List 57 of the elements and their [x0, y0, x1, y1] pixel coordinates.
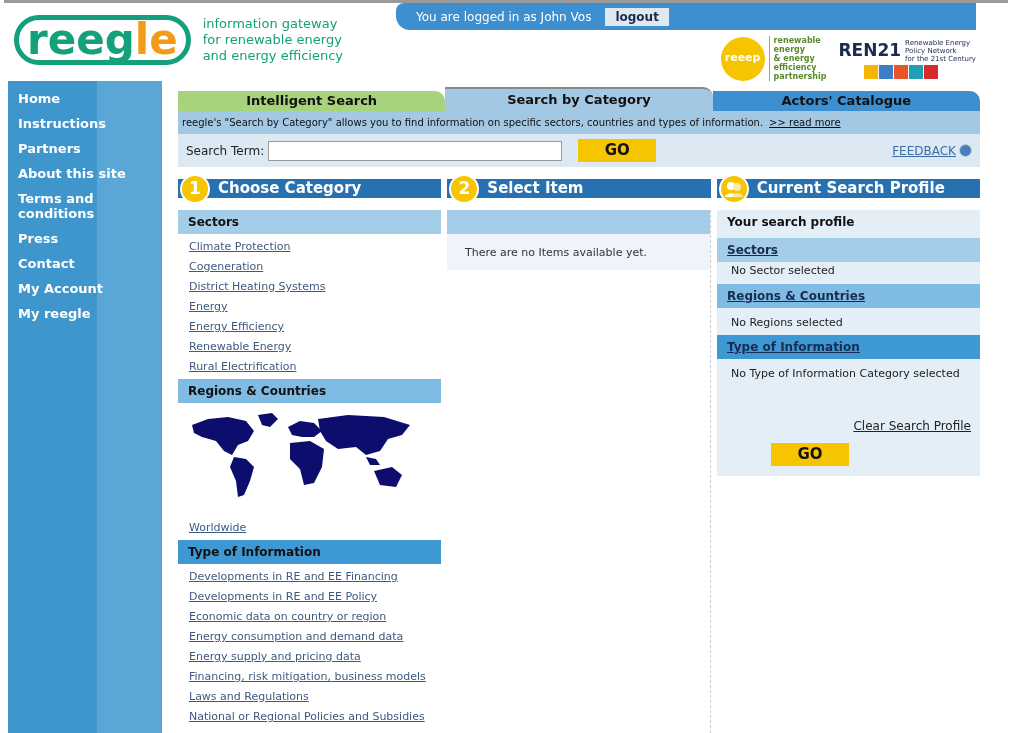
category-link[interactable]: Developments in RE and EE Financing	[189, 569, 441, 585]
step-number-badge: 1	[180, 173, 210, 204]
category-link[interactable]: Energy supply and pricing data	[189, 649, 441, 665]
category-link[interactable]: Energy Efficiency	[189, 319, 441, 335]
category-link[interactable]: Energy	[189, 299, 441, 315]
profile-value: No Sector selected	[730, 263, 836, 279]
read-more-link[interactable]: >> read more	[769, 115, 841, 130]
tab[interactable]: Search by Category	[445, 87, 713, 111]
category-header: Type of Information	[178, 540, 441, 564]
step-number-badge: 2	[449, 173, 480, 204]
tagline-text: information gateway	[202, 16, 339, 32]
category-link[interactable]: Energy consumption and demand data	[189, 629, 441, 645]
partner-caption: efficiency	[773, 63, 817, 72]
step-title: Current Search Profile	[756, 178, 945, 200]
category-link[interactable]: Economic data on country or region	[189, 609, 441, 625]
profile-title: Your search profile	[726, 214, 856, 231]
category-link[interactable]: Developments in RE and EE Policy	[189, 589, 441, 605]
category-link[interactable]: Climate Protection	[189, 239, 441, 255]
category-header: Regions & Countries	[178, 379, 441, 403]
profile-group-link[interactable]: Sectors	[727, 241, 778, 259]
category-header: Sectors	[178, 210, 441, 234]
search-label: Search Term:	[186, 142, 265, 160]
go-button[interactable]: GO	[578, 139, 657, 162]
step-title: Choose Category	[218, 178, 362, 200]
info-icon[interactable]	[959, 144, 972, 157]
people-icon	[718, 173, 749, 204]
description-text: reegle's "Search by Category" allows you to find information on specific sectors, countries and types of information.	[182, 116, 764, 130]
profile-go-button[interactable]: GO	[771, 442, 849, 466]
partner-caption: energy	[773, 45, 807, 54]
empty-items-text: There are no Items available yet.	[465, 246, 647, 259]
partner-logo-mark[interactable]: REN21	[838, 42, 902, 59]
profile-group-link[interactable]: Regions & Countries	[727, 286, 866, 305]
category-link[interactable]: Laws and Regulations	[189, 689, 441, 705]
profile-group-link[interactable]: Type of Information	[727, 338, 860, 356]
category-link[interactable]: Renewable Energy	[189, 339, 441, 355]
profile-value: No Regions selected	[730, 314, 844, 331]
tagline-text: and energy efficiency	[202, 48, 344, 64]
energy-symbols-icon	[864, 64, 941, 79]
tab[interactable]: Intelligent Search	[178, 91, 446, 111]
category-link[interactable]: Rural Electrification	[189, 359, 441, 375]
partner-caption: partnership	[773, 72, 827, 81]
category-link[interactable]: National or Regional Policies and Subsidies	[189, 709, 441, 725]
category-link[interactable]: Cogeneration	[189, 259, 441, 275]
clear-profile-link[interactable]: Clear Search Profile	[853, 416, 971, 435]
partner-caption: & energy	[773, 54, 815, 63]
search-field[interactable]	[268, 140, 563, 161]
step-title: Select Item	[487, 178, 584, 200]
partner-caption: renewable	[773, 36, 822, 45]
category-link[interactable]: Financing, risk mitigation, business models	[189, 669, 441, 685]
category-link[interactable]: District Heating Systems	[189, 279, 441, 295]
login-status-text: You are logged in as John Vos	[416, 8, 592, 26]
tab[interactable]: Actors' Catalogue	[712, 91, 980, 111]
logout-button[interactable]: logout	[605, 7, 669, 26]
tagline-text: for renewable energy	[202, 32, 343, 48]
profile-value: No Type of Information Category selected	[730, 366, 961, 382]
feedback-link[interactable]: FEEDBACK	[892, 141, 956, 160]
category-link[interactable]: Worldwide	[189, 520, 441, 536]
